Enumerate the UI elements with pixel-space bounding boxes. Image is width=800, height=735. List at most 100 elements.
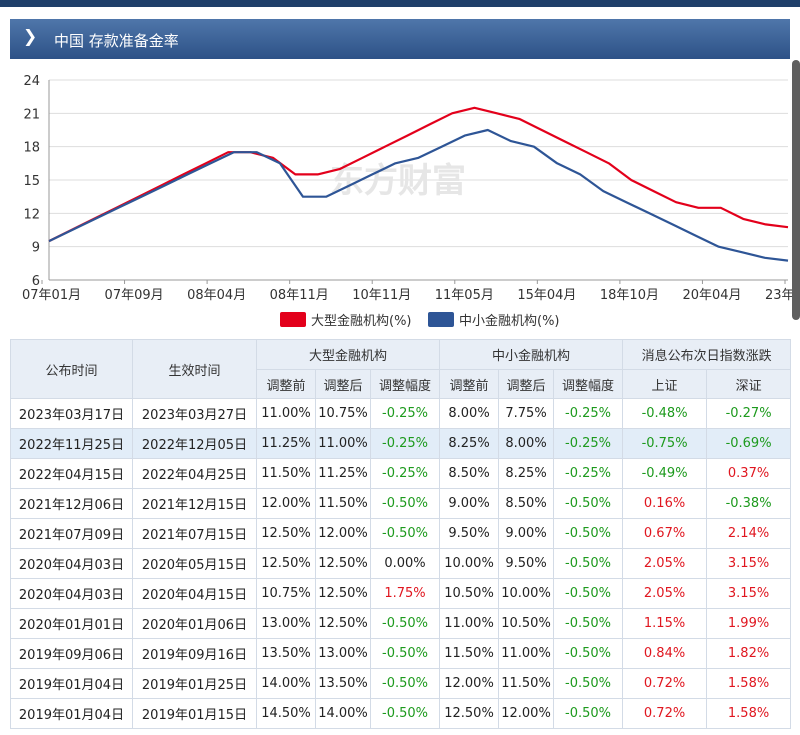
cell-small-after: 11.50% [498, 668, 555, 699]
cell-announce-date: 2023年03月17日 [10, 398, 133, 429]
table-row[interactable]: 2020年04月03日 2020年04月15日 10.75% 12.50% 1.75% 1… [10, 578, 792, 609]
table-row[interactable]: 2020年01月01日 2020年01月06日 13.00% 12.50% -0.50%… [10, 608, 792, 639]
cell-shenzhen-change: -0.69% [706, 428, 792, 459]
cell-small-after: 9.00% [498, 518, 555, 549]
cell-small-after: 9.50% [498, 548, 555, 579]
col-large-range[interactable]: 调整幅度 [369, 369, 441, 399]
x-tick-label: 10年11月 [352, 288, 411, 303]
col-small-after[interactable]: 调整后 [498, 369, 555, 399]
cell-large-after: 12.00% [315, 518, 371, 549]
cell-small-before: 10.50% [439, 578, 500, 609]
cell-small-after: 10.00% [498, 578, 555, 609]
cell-shenzhen-change: 1.58% [706, 698, 792, 729]
cell-large-after: 11.00% [315, 428, 371, 459]
cell-small-range: -0.50% [553, 578, 624, 609]
chevron-right-icon[interactable]: ❯ [23, 27, 37, 47]
cell-large-range: -0.25% [369, 398, 441, 429]
x-tick-label: 20年04月 [682, 288, 741, 303]
table-row[interactable]: 2021年07月09日 2021年07月15日 12.50% 12.00% -0.50%… [10, 518, 792, 549]
cell-small-after: 8.00% [498, 428, 555, 459]
cell-shenzhen-change: 1.58% [706, 668, 792, 699]
x-tick-label: 18年10月 [600, 288, 659, 303]
cell-small-after: 8.50% [498, 488, 555, 519]
col-shenzhen[interactable]: 深证 [706, 369, 792, 399]
cell-small-before: 9.00% [439, 488, 500, 519]
cell-announce-date: 2020年04月03日 [10, 578, 133, 609]
panel-header: ❯ 中国 存款准备金率 [10, 19, 790, 59]
scrollbar[interactable] [792, 60, 800, 320]
cell-small-before: 12.50% [439, 698, 500, 729]
col-small-before[interactable]: 调整前 [439, 369, 500, 399]
cell-effective-date: 2021年12月15日 [132, 488, 257, 519]
col-large-before[interactable]: 调整前 [256, 369, 316, 399]
cell-shanghai-change: 0.72% [622, 698, 708, 729]
col-announce-date[interactable]: 公布时间 [10, 339, 133, 399]
cell-large-before: 14.50% [256, 698, 316, 729]
table-row[interactable]: 2019年01月04日 2019年01月25日 14.00% 13.50% -0.50%… [10, 668, 792, 699]
cell-small-before: 9.50% [439, 518, 500, 549]
cell-effective-date: 2019年01月25日 [132, 668, 257, 699]
cell-large-before: 10.75% [256, 578, 316, 609]
rate-table: 公布时间 生效时间 大型金融机构 中小金融机构 消息公布次日指数涨跌 调整前 调… [10, 339, 792, 729]
col-group-large: 大型金融机构 [255, 339, 441, 370]
cell-shanghai-change: 1.15% [622, 608, 708, 639]
cell-small-range: -0.50% [553, 608, 624, 639]
cell-announce-date: 2019年01月04日 [10, 698, 133, 729]
cell-announce-date: 2019年09月06日 [10, 638, 133, 669]
cell-shenzhen-change: 2.14% [706, 518, 792, 549]
table-row[interactable]: 2021年12月06日 2021年12月15日 12.00% 11.50% -0.50%… [10, 488, 792, 519]
table-row[interactable]: 2020年04月03日 2020年05月15日 12.50% 12.50% 0.00% 1… [10, 548, 792, 579]
y-tick-label: 21 [23, 107, 40, 122]
table-row[interactable]: 2019年09月06日 2019年09月16日 13.50% 13.00% -0.50%… [10, 638, 792, 669]
cell-shanghai-change: 2.05% [622, 548, 708, 579]
cell-shenzhen-change: -0.27% [706, 398, 792, 429]
cell-small-range: -0.25% [553, 458, 624, 489]
cell-small-before: 8.25% [439, 428, 500, 459]
cell-small-before: 11.00% [439, 608, 500, 639]
cell-large-range: -0.50% [369, 668, 441, 699]
table-row[interactable]: 2022年11月25日 2022年12月05日 11.25% 11.00% -0.25%… [10, 428, 792, 459]
cell-large-after: 12.50% [315, 608, 371, 639]
table-row[interactable]: 2022年04月15日 2022年04月25日 11.50% 11.25% -0.25%… [10, 458, 792, 489]
cell-shanghai-change: 0.84% [622, 638, 708, 669]
cell-announce-date: 2022年04月15日 [10, 458, 133, 489]
x-tick-label: 23年 [765, 288, 795, 303]
col-small-range[interactable]: 调整幅度 [553, 369, 624, 399]
x-tick-label: 07年09月 [105, 288, 164, 303]
cell-shenzhen-change: 3.15% [706, 578, 792, 609]
col-large-after[interactable]: 调整后 [315, 369, 371, 399]
cell-shanghai-change: -0.49% [622, 458, 708, 489]
cell-large-after: 11.50% [315, 488, 371, 519]
col-group-small: 中小金融机构 [439, 339, 624, 370]
cell-large-range: 0.00% [369, 548, 441, 579]
cell-large-range: -0.50% [369, 638, 441, 669]
x-tick-label: 07年01月 [22, 288, 81, 303]
cell-large-range: -0.25% [369, 428, 441, 459]
cell-small-before: 8.50% [439, 458, 500, 489]
cell-shanghai-change: 0.67% [622, 518, 708, 549]
cell-small-range: -0.50% [553, 518, 624, 549]
x-tick-label: 08年11月 [270, 288, 329, 303]
watermark-text: 东方财富 [330, 161, 466, 201]
cell-shenzhen-change: 3.15% [706, 548, 792, 579]
cell-shanghai-change: -0.75% [622, 428, 708, 459]
cell-effective-date: 2020年05月15日 [132, 548, 257, 579]
cell-announce-date: 2022年11月25日 [10, 428, 133, 459]
reserve-ratio-chart: 6 9 12 15 18 21 24 07年01月 07年09月 08年04月 08年11月 10年1… [22, 74, 795, 329]
cell-large-after: 13.50% [315, 668, 371, 699]
cell-effective-date: 2020年04月15日 [132, 578, 257, 609]
cell-large-after: 14.00% [315, 698, 371, 729]
y-tick-label: 15 [23, 174, 40, 189]
cell-large-range: 1.75% [369, 578, 441, 609]
col-effective-date[interactable]: 生效时间 [132, 339, 257, 399]
table-row[interactable]: 2023年03月17日 2023年03月27日 11.00% 10.75% -0.25%… [10, 398, 792, 429]
cell-small-range: -0.50% [553, 488, 624, 519]
cell-large-before: 14.00% [256, 668, 316, 699]
cell-small-after: 7.75% [498, 398, 555, 429]
table-row[interactable]: 2019年01月04日 2019年01月15日 14.50% 14.00% -0.50%… [10, 698, 792, 729]
col-shanghai[interactable]: 上证 [622, 369, 708, 399]
cell-shanghai-change: -0.48% [622, 398, 708, 429]
cell-large-range: -0.50% [369, 608, 441, 639]
cell-small-after: 11.00% [498, 638, 555, 669]
cell-shanghai-change: 2.05% [622, 578, 708, 609]
